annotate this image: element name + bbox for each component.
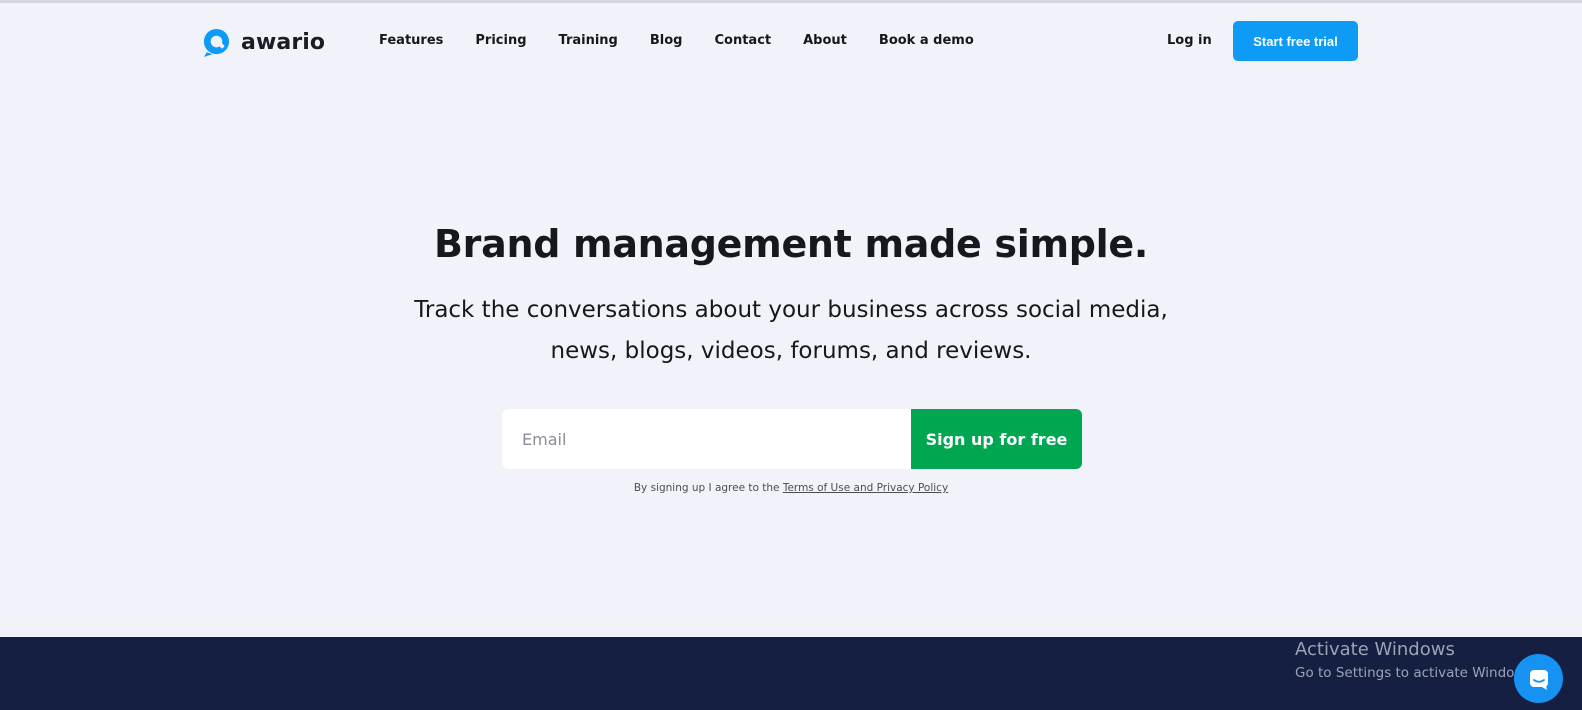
nav-contact[interactable]: Contact — [714, 31, 771, 51]
brand-name: awario — [241, 29, 326, 55]
nav-book-demo[interactable]: Book a demo — [879, 31, 974, 51]
nav-training[interactable]: Training — [559, 31, 618, 51]
chat-launcher-button[interactable] — [1514, 654, 1563, 703]
chat-icon — [1529, 669, 1548, 690]
sign-up-button[interactable]: Sign up for free — [911, 409, 1082, 469]
nav-features[interactable]: Features — [379, 31, 443, 51]
nav-about[interactable]: About — [803, 31, 847, 51]
hero-subtitle: Track the conversations about your busin… — [391, 290, 1191, 372]
hero-subtitle-line-1: Track the conversations about your busin… — [414, 297, 1168, 323]
activate-windows-subtitle: Go to Settings to activate Windows. — [1295, 665, 1537, 681]
signup-form: Sign up for free — [502, 409, 1082, 469]
start-free-trial-button[interactable]: Start free trial — [1233, 21, 1358, 61]
terms-link[interactable]: Terms of Use and Privacy Policy — [783, 482, 948, 494]
nav-blog[interactable]: Blog — [650, 31, 683, 51]
nav-pricing[interactable]: Pricing — [475, 31, 526, 51]
awario-logo-icon — [203, 28, 230, 57]
brand-logo[interactable]: awario — [201, 25, 325, 59]
activate-windows-title: Activate Windows — [1295, 639, 1455, 660]
terms-prefix: By signing up I agree to the — [633, 482, 783, 494]
login-link[interactable]: Log in — [1167, 31, 1212, 51]
email-input[interactable] — [502, 409, 911, 469]
main-nav: Features Pricing Training Blog Contact A… — [379, 31, 1006, 51]
hero-subtitle-line-2: news, blogs, videos, forums, and reviews… — [550, 338, 1032, 364]
activate-windows-watermark: Activate Windows Go to Settings to activ… — [1295, 638, 1537, 684]
terms-notice: By signing up I agree to the Terms of Us… — [0, 482, 1582, 494]
site-header: awario Features Pricing Training Blog Co… — [0, 3, 1582, 79]
hero-title: Brand management made simple. — [434, 222, 1148, 266]
